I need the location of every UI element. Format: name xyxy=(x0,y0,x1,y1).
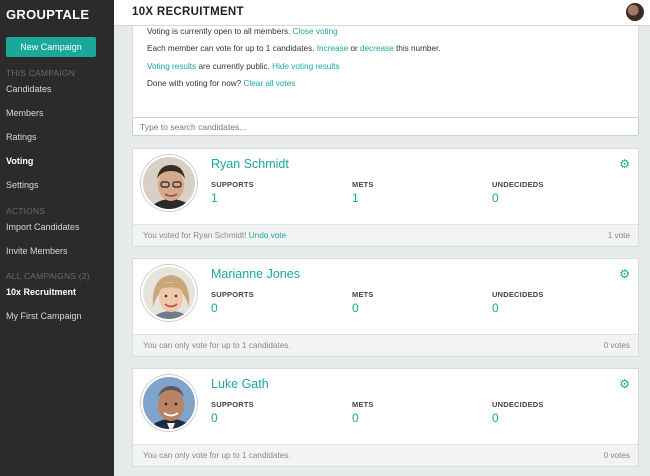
sidebar-item-ratings[interactable]: Ratings xyxy=(6,132,37,142)
vote-count: 0 votes xyxy=(603,341,630,350)
sidebar-item-my-first-campaign[interactable]: My First Campaign xyxy=(6,311,82,321)
voting-results-link[interactable]: Voting results xyxy=(147,62,196,71)
vote-limit-suffix: this number. xyxy=(395,44,441,53)
candidate-photo xyxy=(141,265,197,321)
supports-count[interactable]: 1 xyxy=(211,191,218,205)
increase-link[interactable]: Increase xyxy=(317,44,348,53)
voting-status-text: Voting is currently open to all members. xyxy=(147,27,291,36)
results-visibility-text: are currently public. xyxy=(198,62,270,71)
vote-footer: You can only vote for up to 1 candidates… xyxy=(133,444,638,466)
vote-status-text: You voted for Ryan Schmidt! xyxy=(143,231,247,240)
vote-limit-text: Each member can vote for up to 1 candida… xyxy=(147,44,315,53)
supports-count[interactable]: 0 xyxy=(211,301,218,315)
close-voting-link[interactable]: Close voting xyxy=(293,27,338,36)
sidebar: GROUPTALE New Campaign THIS CAMPAIGN Can… xyxy=(0,0,114,476)
section-title-all-campaigns: ALL CAMPAIGNS (2) xyxy=(6,271,90,281)
top-bar: 10X RECRUITMENT xyxy=(114,0,650,26)
sidebar-item-candidates[interactable]: Candidates xyxy=(6,84,52,94)
or-text: or xyxy=(350,44,358,53)
main-content: Voting is currently open to all members.… xyxy=(114,26,650,476)
supports-label: SUPPORTS xyxy=(211,180,254,189)
supports-label: SUPPORTS xyxy=(211,290,254,299)
undo-vote-link[interactable]: Undo vote xyxy=(249,231,286,240)
supports-count[interactable]: 0 xyxy=(211,411,218,425)
candidate-name[interactable]: Luke Gath xyxy=(211,377,269,391)
candidate-card: Marianne Jones ⚙ SUPPORTS METS UNDECIDED… xyxy=(132,258,639,357)
new-campaign-button[interactable]: New Campaign xyxy=(6,37,96,57)
vote-status-text: You can only vote for up to 1 candidates… xyxy=(143,451,291,460)
candidate-card: Luke Gath ⚙ SUPPORTS METS UNDECIDEDS 0 0… xyxy=(132,368,639,467)
mets-label: METS xyxy=(352,180,374,189)
vote-footer: You voted for Ryan Schmidt! Undo vote 1 … xyxy=(133,224,638,246)
section-title-this-campaign: THIS CAMPAIGN xyxy=(6,68,76,78)
sidebar-item-invite-members[interactable]: Invite Members xyxy=(6,246,68,256)
sidebar-item-voting[interactable]: Voting xyxy=(6,156,33,166)
brand-logo[interactable]: GROUPTALE xyxy=(0,0,114,30)
candidate-name[interactable]: Ryan Schmidt xyxy=(211,157,289,171)
vote-footer: You can only vote for up to 1 candidates… xyxy=(133,334,638,356)
gear-icon[interactable]: ⚙ xyxy=(619,158,630,170)
gear-icon[interactable]: ⚙ xyxy=(619,268,630,280)
undecideds-label: UNDECIDEDS xyxy=(492,290,544,299)
undecideds-label: UNDECIDEDS xyxy=(492,400,544,409)
candidate-name[interactable]: Marianne Jones xyxy=(211,267,300,281)
mets-count[interactable]: 1 xyxy=(352,191,359,205)
undecideds-count[interactable]: 0 xyxy=(492,301,499,315)
candidate-photo xyxy=(141,155,197,211)
voting-status-line: Voting is currently open to all members.… xyxy=(147,27,338,36)
clear-votes-line: Done with voting for now? Clear all vote… xyxy=(147,79,295,88)
clear-all-votes-link[interactable]: Clear all votes xyxy=(244,79,296,88)
vote-status: You voted for Ryan Schmidt! Undo vote xyxy=(143,231,286,240)
vote-limit-line: Each member can vote for up to 1 candida… xyxy=(147,44,441,53)
mets-label: METS xyxy=(352,400,374,409)
vote-count: 1 vote xyxy=(607,231,630,240)
candidate-card: Ryan Schmidt ⚙ SUPPORTS METS UNDECIDEDS … xyxy=(132,148,639,247)
candidate-photo xyxy=(141,375,197,431)
sidebar-item-import-candidates[interactable]: Import Candidates xyxy=(6,222,80,232)
undecideds-count[interactable]: 0 xyxy=(492,191,499,205)
mets-label: METS xyxy=(352,290,374,299)
undecideds-label: UNDECIDEDS xyxy=(492,180,544,189)
sidebar-item-members[interactable]: Members xyxy=(6,108,44,118)
sidebar-item-10x-recruitment[interactable]: 10x Recruitment xyxy=(6,287,76,297)
section-title-actions: ACTIONS xyxy=(6,206,46,216)
vote-status-text: You can only vote for up to 1 candidates… xyxy=(143,341,291,350)
vote-count: 0 votes xyxy=(603,451,630,460)
decrease-link[interactable]: decrease xyxy=(360,44,394,53)
hide-voting-results-link[interactable]: Hide voting results xyxy=(272,62,339,71)
candidate-search-input[interactable] xyxy=(132,117,639,136)
page-title: 10X RECRUITMENT xyxy=(132,6,244,18)
mets-count[interactable]: 0 xyxy=(352,411,359,425)
gear-icon[interactable]: ⚙ xyxy=(619,378,630,390)
avatar[interactable] xyxy=(626,3,644,21)
supports-label: SUPPORTS xyxy=(211,400,254,409)
sidebar-item-settings[interactable]: Settings xyxy=(6,180,39,190)
results-visibility-line: Voting results are currently public. Hid… xyxy=(147,62,340,71)
undecideds-count[interactable]: 0 xyxy=(492,411,499,425)
mets-count[interactable]: 0 xyxy=(352,301,359,315)
done-voting-text: Done with voting for now? xyxy=(147,79,242,88)
